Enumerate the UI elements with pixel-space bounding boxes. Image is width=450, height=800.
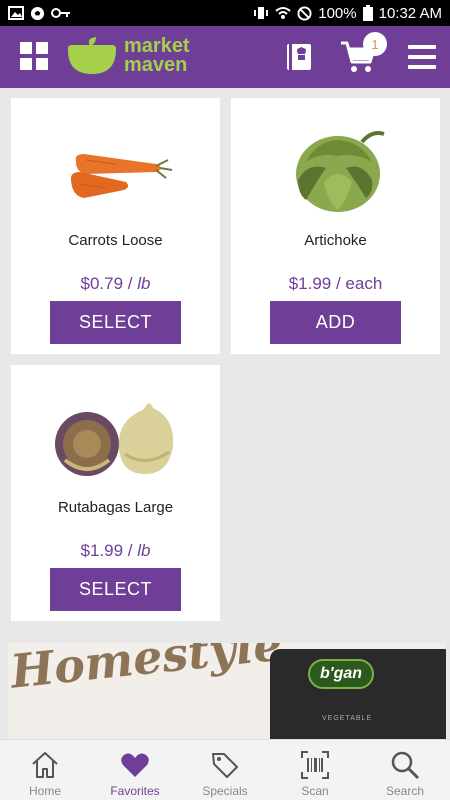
no-signal-icon [297,5,312,21]
search-icon [391,751,420,780]
tag-icon [212,753,238,778]
banner-brand: b'gan [308,659,375,689]
product-name: Rutabagas Large [57,499,174,516]
vibrate-icon [254,7,269,19]
product-price: $1.99 / lb [80,541,151,560]
product-price: $1.99 / each [288,274,383,293]
nav-specials[interactable]: Specials [180,740,270,800]
banner-headline: Homestyle [8,643,285,699]
product-card-carrots[interactable]: Carrots Loose $0.79 / lb SELECT [11,98,220,354]
product-image-carrots [11,112,220,232]
banner-sub: VEGETABLE [322,715,373,722]
logo[interactable]: market maven [66,36,190,76]
apple-logo-icon [68,37,116,74]
hamburger-menu-icon[interactable] [408,45,436,69]
add-button[interactable]: ADD [270,301,401,344]
home-icon [32,752,58,778]
battery-icon [362,5,373,21]
app-header: market maven 1 [0,26,450,88]
soccer-icon [30,6,45,20]
nav-scan-label: Scan [301,784,329,798]
product-price: $0.79 / lb [80,274,151,293]
nav-home[interactable]: Home [0,740,90,800]
product-image-artichoke [231,112,440,232]
select-button[interactable]: SELECT [50,301,181,344]
nav-search[interactable]: Search [360,740,450,800]
promo-banner[interactable]: Homestyle b'gan VEGETABLE [8,643,446,739]
battery-percent: 100% [318,4,357,22]
bottom-nav: Home Favorites Specials Scan Search [0,739,450,800]
cart-count-badge: 1 [363,32,387,56]
product-card-artichoke[interactable]: Artichoke $1.99 / each ADD [231,98,440,354]
product-image-rutabagas [11,379,220,499]
wifi-icon [275,7,291,19]
product-name: Artichoke [304,232,367,249]
nav-home-label: Home [28,784,61,798]
nav-favorites-label: Favorites [110,784,160,798]
barcode-icon [301,751,329,779]
select-button[interactable]: SELECT [50,568,181,611]
key-icon [51,8,70,18]
nav-search-label: Search [385,784,425,798]
status-bar: 100% 10:32 AM [0,0,450,26]
image-icon [8,6,24,20]
recipe-book-icon[interactable] [286,43,312,71]
apps-grid-icon[interactable] [20,42,48,70]
clock: 10:32 AM [378,4,442,22]
product-card-rutabagas[interactable]: Rutabagas Large $1.99 / lb SELECT [11,365,220,621]
logo-text-line2: maven [124,54,188,76]
heart-icon [121,753,149,777]
nav-favorites[interactable]: Favorites [90,740,180,800]
nav-specials-label: Specials [202,784,248,798]
nav-scan[interactable]: Scan [270,740,360,800]
product-name: Carrots Loose [68,232,163,249]
